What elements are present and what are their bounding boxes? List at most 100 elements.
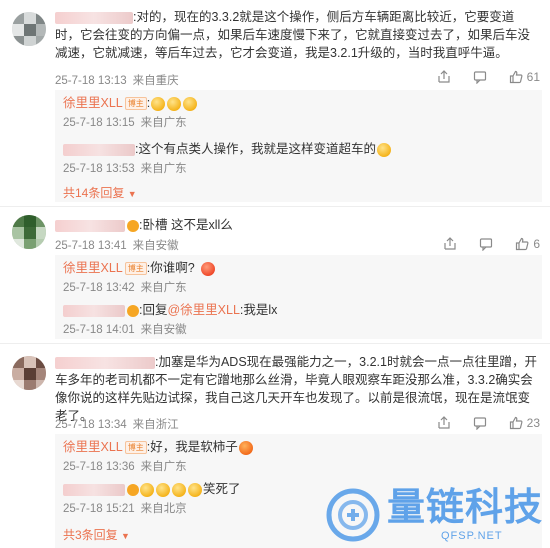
comment-icon bbox=[473, 71, 486, 84]
reply-text: :好，我是软柿子 bbox=[146, 440, 238, 454]
reply-text: :这个有点类人操作，我就是这样变道超车的 bbox=[135, 142, 376, 156]
like-icon bbox=[516, 237, 529, 251]
comment-actions: 6 bbox=[443, 237, 540, 251]
emoji-icon bbox=[183, 96, 198, 111]
comment-1: :对的，现在的3.3.2就是这个操作，侧后方车辆距离比较近，它要变道时，它会往变… bbox=[0, 0, 550, 205]
timestamp: 25-7-18 13:42 bbox=[63, 282, 135, 294]
reply-list: 徐里里XLL 博主: 25-7-18 13:15 来自广东 :这个有点类人操作，我就… bbox=[55, 90, 542, 202]
location: 来自广东 bbox=[140, 117, 187, 129]
reply-author[interactable]: 徐里里XLL bbox=[63, 440, 123, 454]
comment-actions: 23 bbox=[437, 416, 540, 430]
like-button[interactable]: 6 bbox=[515, 237, 540, 251]
share-button[interactable] bbox=[437, 416, 451, 430]
share-button[interactable] bbox=[437, 70, 451, 84]
like-button[interactable]: 61 bbox=[509, 70, 540, 84]
comment-button[interactable] bbox=[473, 416, 487, 430]
location: 来自安徽 bbox=[140, 324, 187, 336]
reply-item: :回复@徐里里XLL:我是lx 25-7-18 14:01 来自安徽 bbox=[63, 301, 277, 337]
watermark: 量链科技 QFSP.NET bbox=[323, 484, 548, 546]
avatar[interactable] bbox=[12, 12, 46, 46]
timestamp: 25-7-18 13:53 bbox=[63, 163, 135, 175]
timestamp: 25-7-18 13:34 bbox=[55, 419, 127, 431]
reply-text: 笑死了 bbox=[203, 482, 241, 496]
blurred-username[interactable] bbox=[63, 304, 125, 317]
blurred-username[interactable] bbox=[55, 219, 125, 232]
reply-author[interactable]: 徐里里XLL bbox=[63, 261, 123, 275]
vip-icon bbox=[127, 483, 139, 496]
location: 来自广东 bbox=[140, 163, 187, 175]
comment-text: :加塞是华为ADS现在最强能力之一，3.2.1时就会一点一点往里蹭，开车多年的老… bbox=[55, 355, 537, 423]
comment-button[interactable] bbox=[479, 237, 493, 251]
emoji-icon bbox=[156, 482, 170, 497]
comment-meta: 25-7-18 13:13 来自重庆 bbox=[55, 72, 185, 88]
emoji-icon bbox=[376, 142, 391, 157]
chevron-down-icon: ▼ bbox=[127, 189, 137, 199]
blurred-username[interactable] bbox=[63, 483, 125, 496]
like-button[interactable]: 23 bbox=[509, 416, 540, 430]
comment-icon bbox=[473, 417, 486, 430]
timestamp: 25-7-18 13:13 bbox=[55, 75, 127, 87]
location: 来自安徽 bbox=[132, 240, 179, 252]
comment-text: :对的，现在的3.3.2就是这个操作，侧后方车辆距离比较近，它要变道时，它会往变… bbox=[55, 10, 531, 60]
emoji-icon bbox=[151, 96, 166, 111]
like-count: 6 bbox=[533, 237, 540, 251]
like-count: 23 bbox=[526, 416, 540, 430]
reply-text: :回复 bbox=[139, 303, 168, 317]
timestamp: 25-7-18 13:41 bbox=[55, 240, 127, 252]
blurred-username[interactable] bbox=[55, 11, 133, 24]
comment-icon bbox=[480, 238, 493, 251]
share-icon bbox=[438, 70, 450, 83]
emoji-icon bbox=[188, 482, 202, 497]
reply-meta: 25-7-18 13:42 来自广东 bbox=[63, 279, 216, 295]
blurred-username[interactable] bbox=[55, 356, 155, 369]
reply-item: 徐里里XLL 博主:好，我是软柿子 25-7-18 13:36 来自广东 bbox=[63, 438, 254, 474]
like-icon bbox=[509, 416, 523, 430]
reply-meta: 25-7-18 13:36 来自广东 bbox=[63, 458, 254, 474]
reply-list: 徐里里XLL 博主:你谁啊? 25-7-18 13:42 来自广东 :回复@徐里里X… bbox=[55, 255, 542, 339]
timestamp: 25-7-18 13:15 bbox=[63, 117, 135, 129]
comment-actions: 61 bbox=[437, 70, 540, 84]
reply-item: 笑死了 25-7-18 15:21 来自北京 bbox=[63, 480, 241, 516]
like-count: 61 bbox=[526, 70, 540, 84]
timestamp: 25-7-18 14:01 bbox=[63, 324, 135, 336]
more-replies-link[interactable]: 共3条回复 ▼ bbox=[63, 526, 130, 543]
more-replies-link[interactable]: 共14条回复 ▼ bbox=[63, 184, 137, 201]
comment-meta: 25-7-18 13:41 来自安徽 bbox=[55, 237, 185, 253]
timestamp: 25-7-18 13:36 bbox=[63, 461, 135, 473]
emoji-icon bbox=[238, 440, 253, 455]
avatar[interactable] bbox=[12, 215, 46, 249]
reply-item: 徐里里XLL 博主:你谁啊? 25-7-18 13:42 来自广东 bbox=[63, 259, 216, 295]
blogger-badge: 博主 bbox=[124, 262, 147, 276]
blogger-badge: 博主 bbox=[124, 441, 147, 455]
comment-meta: 25-7-18 13:34 来自浙江 bbox=[55, 416, 185, 432]
reply-item: :这个有点类人操作，我就是这样变道超车的 25-7-18 13:53 来自广东 bbox=[63, 140, 392, 176]
mention-link[interactable]: @徐里里XLL bbox=[167, 303, 239, 317]
reply-text: : bbox=[146, 96, 151, 110]
reply-text: :你谁啊? bbox=[146, 261, 195, 275]
location: 来自重庆 bbox=[132, 75, 179, 87]
avatar[interactable] bbox=[12, 356, 46, 390]
watermark-title: 量链科技 bbox=[387, 485, 544, 529]
location: 来自广东 bbox=[140, 461, 187, 473]
like-icon bbox=[509, 70, 523, 84]
emoji-icon bbox=[167, 96, 182, 111]
reply-item: 徐里里XLL 博主: 25-7-18 13:15 来自广东 bbox=[63, 94, 198, 130]
share-button[interactable] bbox=[443, 237, 457, 251]
emoji-icon bbox=[200, 261, 215, 276]
emoji-icon bbox=[140, 482, 154, 497]
location: 来自北京 bbox=[140, 503, 187, 515]
comment-button[interactable] bbox=[473, 70, 487, 84]
vip-icon bbox=[127, 219, 139, 232]
reply-meta: 25-7-18 13:53 来自广东 bbox=[63, 160, 392, 176]
vip-icon bbox=[127, 304, 139, 317]
watermark-subtitle: QFSP.NET bbox=[441, 530, 503, 542]
comment-2: :卧槽 这不是xll么 25-7-18 13:41 来自安徽 6 徐里里XLL 博主… bbox=[0, 207, 550, 342]
location: 来自广东 bbox=[140, 282, 187, 294]
emoji-icon bbox=[172, 482, 186, 497]
reply-text: :我是lx bbox=[239, 303, 278, 317]
reply-meta: 25-7-18 14:01 来自安徽 bbox=[63, 321, 277, 337]
blogger-badge: 博主 bbox=[124, 97, 147, 111]
reply-author[interactable]: 徐里里XLL bbox=[63, 96, 123, 110]
reply-meta: 25-7-18 13:15 来自广东 bbox=[63, 114, 198, 130]
blurred-username[interactable] bbox=[63, 143, 135, 156]
